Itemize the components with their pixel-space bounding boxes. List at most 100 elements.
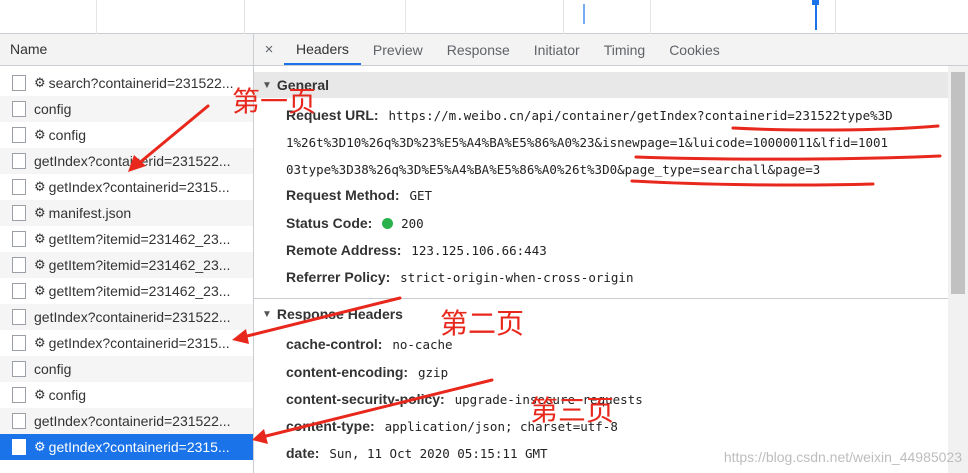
document-icon	[12, 439, 26, 455]
request-row[interactable]: ⚙ getIndex?containerid=2315...	[0, 434, 253, 460]
close-icon[interactable]: ×	[254, 34, 284, 65]
request-row[interactable]: ⚙ getItem?itemid=231462_23...	[0, 252, 253, 278]
document-icon	[12, 179, 26, 195]
triangle-down-icon: ▼	[262, 308, 272, 320]
request-method-label: Request Method:	[286, 187, 400, 203]
referrer-policy-label: Referrer Policy:	[286, 269, 391, 285]
request-name: getItem?itemid=231462_23...	[48, 257, 231, 273]
request-row[interactable]: getIndex?containerid=231522...	[0, 148, 253, 174]
status-ok-icon	[382, 218, 394, 229]
timeline-request-marker	[812, 0, 819, 5]
referrer-policy-value: strict-origin-when-cross-origin	[400, 270, 634, 285]
timeline-request-bar	[583, 4, 585, 24]
vertical-scrollbar[interactable]	[948, 66, 968, 473]
response-header-key: cache-control:	[286, 336, 383, 352]
gear-icon: ⚙	[34, 231, 46, 246]
request-row[interactable]: ⚙ getItem?itemid=231462_23...	[0, 278, 253, 304]
request-name: getItem?itemid=231462_23...	[48, 231, 231, 247]
timeline-grid-line	[96, 0, 97, 34]
request-row[interactable]: config	[0, 356, 253, 382]
document-icon	[12, 231, 26, 247]
request-row[interactable]: getIndex?containerid=231522...	[0, 304, 253, 330]
document-icon	[12, 361, 26, 377]
document-icon	[12, 283, 26, 299]
tab-response[interactable]: Response	[435, 34, 522, 65]
timeline-grid-line	[244, 0, 245, 34]
request-url-value-line3: 03type%3D38%26q%3D%E5%A4%BA%E5%86%A0%26t…	[286, 162, 821, 177]
request-name: getIndex?containerid=2315...	[48, 439, 230, 455]
request-list-panel: Name ⚙ search?containerid=231522... config…	[0, 34, 254, 473]
annotation-page-2: 第二页	[440, 307, 525, 340]
tab-headers[interactable]: Headers	[284, 34, 361, 65]
timeline-grid-line	[650, 0, 651, 34]
request-name: getIndex?containerid=2315...	[48, 179, 230, 195]
tab-cookies[interactable]: Cookies	[657, 34, 732, 65]
request-name: config	[34, 361, 72, 377]
document-icon	[12, 309, 26, 325]
request-row[interactable]: ⚙ manifest.json	[0, 200, 253, 226]
gear-icon: ⚙	[34, 179, 46, 194]
document-icon	[12, 75, 26, 91]
remote-address-row: Remote Address: 123.125.106.66:443	[286, 242, 547, 258]
request-name: config	[48, 387, 87, 403]
request-row[interactable]: getIndex?containerid=231522...	[0, 408, 253, 434]
response-header-value: gzip	[418, 365, 449, 380]
timeline-grid-line	[835, 0, 836, 34]
remote-address-value: 123.125.106.66:443	[411, 243, 547, 258]
request-name: getIndex?containerid=231522...	[34, 309, 231, 325]
tab-preview[interactable]: Preview	[361, 34, 435, 65]
gear-icon: ⚙	[34, 257, 46, 272]
request-row[interactable]: ⚙ config	[0, 382, 253, 408]
document-icon	[12, 413, 26, 429]
status-code-row: Status Code: 200	[286, 215, 424, 231]
network-timeline	[0, 0, 968, 34]
document-icon	[12, 387, 26, 403]
request-row[interactable]: ⚙ config	[0, 122, 253, 148]
annotation-page-3: 第三页	[530, 394, 615, 427]
document-icon	[12, 205, 26, 221]
response-headers-section-header[interactable]: ▼ Response Headers	[254, 301, 948, 327]
status-code-label: Status Code:	[286, 215, 373, 231]
timeline-grid-line	[405, 0, 406, 34]
document-icon	[12, 101, 26, 117]
request-name: config	[34, 101, 72, 117]
timeline-grid-line	[563, 0, 564, 34]
response-header-key: date:	[286, 445, 320, 461]
gear-icon: ⚙	[34, 205, 46, 220]
gear-icon: ⚙	[34, 439, 46, 454]
request-row[interactable]: ⚙ getItem?itemid=231462_23...	[0, 226, 253, 252]
gear-icon: ⚙	[34, 283, 46, 298]
document-icon	[12, 153, 26, 169]
request-row[interactable]: ⚙ getIndex?containerid=2315...	[0, 330, 253, 356]
details-tab-bar: × Headers Preview Response Initiator Tim…	[254, 34, 968, 66]
response-header-row: cache-control: no-cache	[286, 336, 453, 352]
tab-initiator[interactable]: Initiator	[522, 34, 592, 65]
tab-timing[interactable]: Timing	[592, 34, 658, 65]
scrollbar-thumb[interactable]	[951, 72, 965, 294]
general-section-header[interactable]: ▼ General	[254, 72, 948, 98]
response-header-row: content-encoding: gzip	[286, 364, 448, 380]
request-name: manifest.json	[48, 205, 132, 221]
request-method-value: GET	[409, 188, 433, 203]
response-header-key: content-encoding:	[286, 364, 409, 380]
response-headers-title: Response Headers	[276, 306, 403, 322]
request-method-row: Request Method: GET	[286, 187, 432, 203]
request-name: getItem?itemid=231462_23...	[48, 283, 231, 299]
watermark: https://blog.csdn.net/weixin_44985023	[723, 449, 962, 465]
request-name: search?containerid=231522...	[48, 75, 234, 91]
request-url-row: Request URL: https://m.weibo.cn/api/cont…	[286, 107, 893, 123]
request-url-value-line2: 1%26t%3D10%26q%3D%23%E5%A4%BA%E5%86%A0%2…	[286, 135, 889, 150]
response-header-row: date: Sun, 11 Oct 2020 05:15:11 GMT	[286, 445, 548, 461]
section-divider	[254, 298, 948, 299]
status-code-value: 200	[401, 216, 424, 231]
gear-icon: ⚙	[34, 387, 46, 402]
request-name: config	[48, 127, 87, 143]
response-header-value: Sun, 11 Oct 2020 05:15:11 GMT	[329, 446, 548, 461]
document-icon	[12, 335, 26, 351]
request-row[interactable]: ⚙ getIndex?containerid=2315...	[0, 174, 253, 200]
request-row[interactable]: ⚙ search?containerid=231522...	[0, 70, 253, 96]
request-name: getIndex?containerid=231522...	[34, 413, 231, 429]
request-row[interactable]: config	[0, 96, 253, 122]
gear-icon: ⚙	[34, 335, 46, 350]
name-column-header[interactable]: Name	[0, 34, 253, 66]
